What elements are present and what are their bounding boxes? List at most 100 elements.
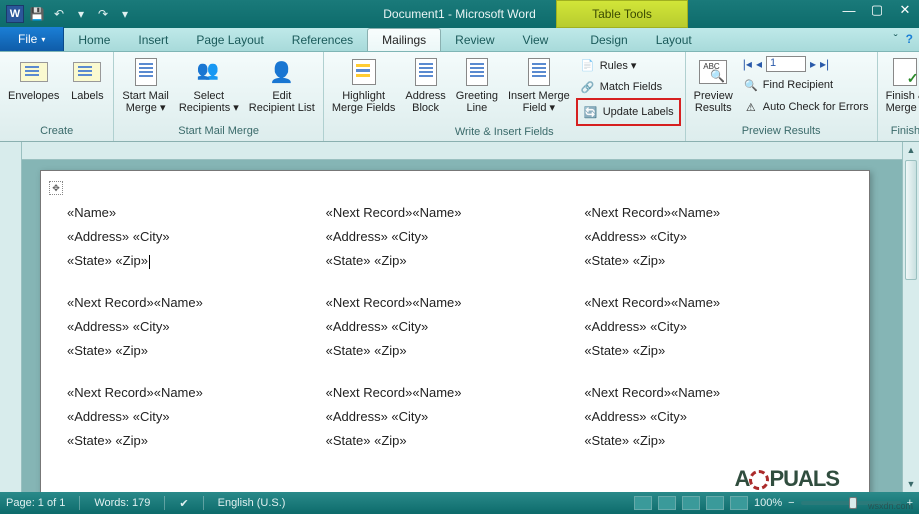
envelopes-button[interactable]: Envelopes [4, 54, 63, 104]
group-label-smm: Start Mail Merge [118, 125, 318, 141]
group-preview-results: Preview Results |◂ ◂ 1 ▸ ▸| 🔍 Find Recip… [686, 52, 878, 141]
draft-view-button[interactable] [730, 496, 748, 510]
label-cell[interactable]: «Next Record»«Name» «Address» «City» «St… [326, 291, 585, 381]
minimize-ribbon-icon[interactable]: ˇ [894, 32, 898, 46]
appuals-logo: APUALS [735, 466, 839, 492]
label-cell[interactable]: «Next Record»«Name» «Address» «City» «St… [584, 381, 843, 471]
page-layout-tab[interactable]: Page Layout [182, 28, 277, 51]
document-workspace: ✥ «Name» «Address» «City» «State» «Zip» … [0, 142, 919, 492]
insert-field-icon [528, 58, 550, 86]
label-cell[interactable]: «Name» «Address» «City» «State» «Zip» [67, 201, 326, 291]
address-block-button[interactable]: Address Block [401, 54, 449, 116]
print-layout-view-button[interactable] [634, 496, 652, 510]
close-button[interactable]: ✕ [891, 0, 919, 20]
group-write-insert-fields: Highlight Merge Fields Address Block Gre… [324, 52, 686, 141]
scroll-down-icon[interactable]: ▼ [903, 476, 919, 492]
last-record-button[interactable]: ▸| [820, 57, 829, 71]
layout-tab[interactable]: Layout [642, 28, 706, 51]
zoom-level[interactable]: 100% [754, 497, 782, 509]
web-layout-view-button[interactable] [682, 496, 700, 510]
table-row: «Name» «Address» «City» «State» «Zip» «N… [67, 201, 843, 291]
first-record-button[interactable]: |◂ [743, 57, 752, 71]
preview-icon [699, 60, 727, 84]
status-bar: Page: 1 of 1 Words: 179 ✔ English (U.S.)… [0, 492, 919, 514]
select-recipients-button[interactable]: Select Recipients ▾ [175, 54, 243, 116]
people-icon [195, 60, 223, 84]
table-row: «Next Record»«Name» «Address» «City» «St… [67, 291, 843, 381]
edit-recipient-list-button[interactable]: 👤 Edit Recipient List [245, 54, 319, 116]
group-create: Envelopes Labels Create [0, 52, 114, 141]
start-merge-icon [135, 58, 157, 86]
contextual-tab-group: Table Tools [556, 0, 688, 28]
vertical-scrollbar[interactable]: ▲ ▼ [902, 142, 919, 492]
word-app-icon[interactable]: W [6, 5, 24, 23]
ribbon: Envelopes Labels Create Start Mail Merge… [0, 52, 919, 142]
status-page[interactable]: Page: 1 of 1 [6, 497, 65, 509]
record-number-input[interactable]: 1 [766, 56, 806, 72]
check-icon: ⚠ [743, 99, 759, 115]
next-record-button[interactable]: ▸ [810, 57, 816, 71]
rules-button[interactable]: 📄 Rules ▾ [576, 54, 681, 76]
preview-results-button[interactable]: Preview Results [690, 54, 737, 116]
table-move-handle-icon[interactable]: ✥ [49, 181, 63, 195]
match-fields-button[interactable]: 🔗 Match Fields [576, 76, 681, 98]
title-bar: W 💾 ↶ ▾ ↷ ▾ Document1 - Microsoft Word T… [0, 0, 919, 28]
prev-record-button[interactable]: ◂ [756, 57, 762, 71]
maximize-button[interactable]: ▢ [863, 0, 891, 20]
window-title: Document1 - Microsoft Word [383, 7, 536, 21]
insert-tab[interactable]: Insert [124, 28, 182, 51]
document-page[interactable]: ✥ «Name» «Address» «City» «State» «Zip» … [40, 170, 870, 492]
group-label-wif: Write & Insert Fields [328, 126, 681, 141]
labels-icon [73, 62, 101, 82]
review-tab[interactable]: Review [441, 28, 508, 51]
label-cell[interactable]: «Next Record»«Name» «Address» «City» «St… [67, 291, 326, 381]
start-mail-merge-button[interactable]: Start Mail Merge ▾ [118, 54, 172, 116]
proofing-icon[interactable]: ✔ [179, 497, 188, 510]
mailings-tab[interactable]: Mailings [367, 28, 441, 51]
greeting-icon [466, 58, 488, 86]
find-recipient-button[interactable]: 🔍 Find Recipient [739, 74, 873, 96]
table-row: «Next Record»«Name» «Address» «City» «St… [67, 381, 843, 471]
group-label-finish: Finish [882, 125, 919, 141]
scroll-up-icon[interactable]: ▲ [903, 142, 919, 158]
vertical-ruler[interactable] [0, 142, 22, 492]
status-language[interactable]: English (U.S.) [218, 497, 286, 509]
label-cell[interactable]: «Next Record»«Name» «Address» «City» «St… [584, 291, 843, 381]
record-navigation: |◂ ◂ 1 ▸ ▸| [739, 54, 873, 74]
full-screen-view-button[interactable] [658, 496, 676, 510]
auto-check-errors-button[interactable]: ⚠ Auto Check for Errors [739, 96, 873, 118]
label-cell[interactable]: «Next Record»«Name» «Address» «City» «St… [326, 201, 585, 291]
label-cell[interactable]: «Next Record»«Name» «Address» «City» «St… [67, 381, 326, 471]
qat-save-button[interactable]: 💾 [28, 5, 46, 23]
highlight-merge-fields-button[interactable]: Highlight Merge Fields [328, 54, 400, 116]
label-cell[interactable]: «Next Record»«Name» «Address» «City» «St… [584, 201, 843, 291]
minimize-button[interactable]: — [835, 0, 863, 20]
qat-dropdown-icon[interactable]: ▾ [72, 5, 90, 23]
qat-redo-button[interactable]: ↷ [94, 5, 112, 23]
design-tab[interactable]: Design [576, 28, 641, 51]
help-icon[interactable]: ? [906, 32, 913, 46]
labels-button[interactable]: Labels [65, 54, 109, 104]
status-words[interactable]: Words: 179 [94, 497, 150, 509]
rules-icon: 📄 [580, 57, 596, 73]
envelope-icon [20, 62, 48, 82]
zoom-out-button[interactable]: − [788, 497, 794, 509]
label-cell[interactable]: «Next Record»«Name» «Address» «City» «St… [326, 381, 585, 471]
greeting-line-button[interactable]: Greeting Line [452, 54, 502, 116]
view-tab[interactable]: View [509, 28, 563, 51]
file-tab[interactable]: File [0, 27, 64, 51]
references-tab[interactable]: References [278, 28, 367, 51]
watermark-text: wsxdn.com [868, 501, 913, 511]
find-icon: 🔍 [743, 77, 759, 93]
finish-merge-button[interactable]: Finish & Merge ▾ [882, 54, 919, 116]
home-tab[interactable]: Home [64, 28, 124, 51]
horizontal-ruler[interactable] [22, 142, 902, 160]
finish-icon [893, 58, 917, 86]
outline-view-button[interactable] [706, 496, 724, 510]
zoom-slider-thumb[interactable] [849, 497, 857, 509]
update-labels-button[interactable]: 🔄 Update Labels [579, 101, 678, 123]
scroll-thumb[interactable] [905, 160, 917, 280]
qat-undo-button[interactable]: ↶ [50, 5, 68, 23]
insert-merge-field-button[interactable]: Insert Merge Field ▾ [504, 54, 574, 116]
qat-customize-icon[interactable]: ▾ [116, 5, 134, 23]
